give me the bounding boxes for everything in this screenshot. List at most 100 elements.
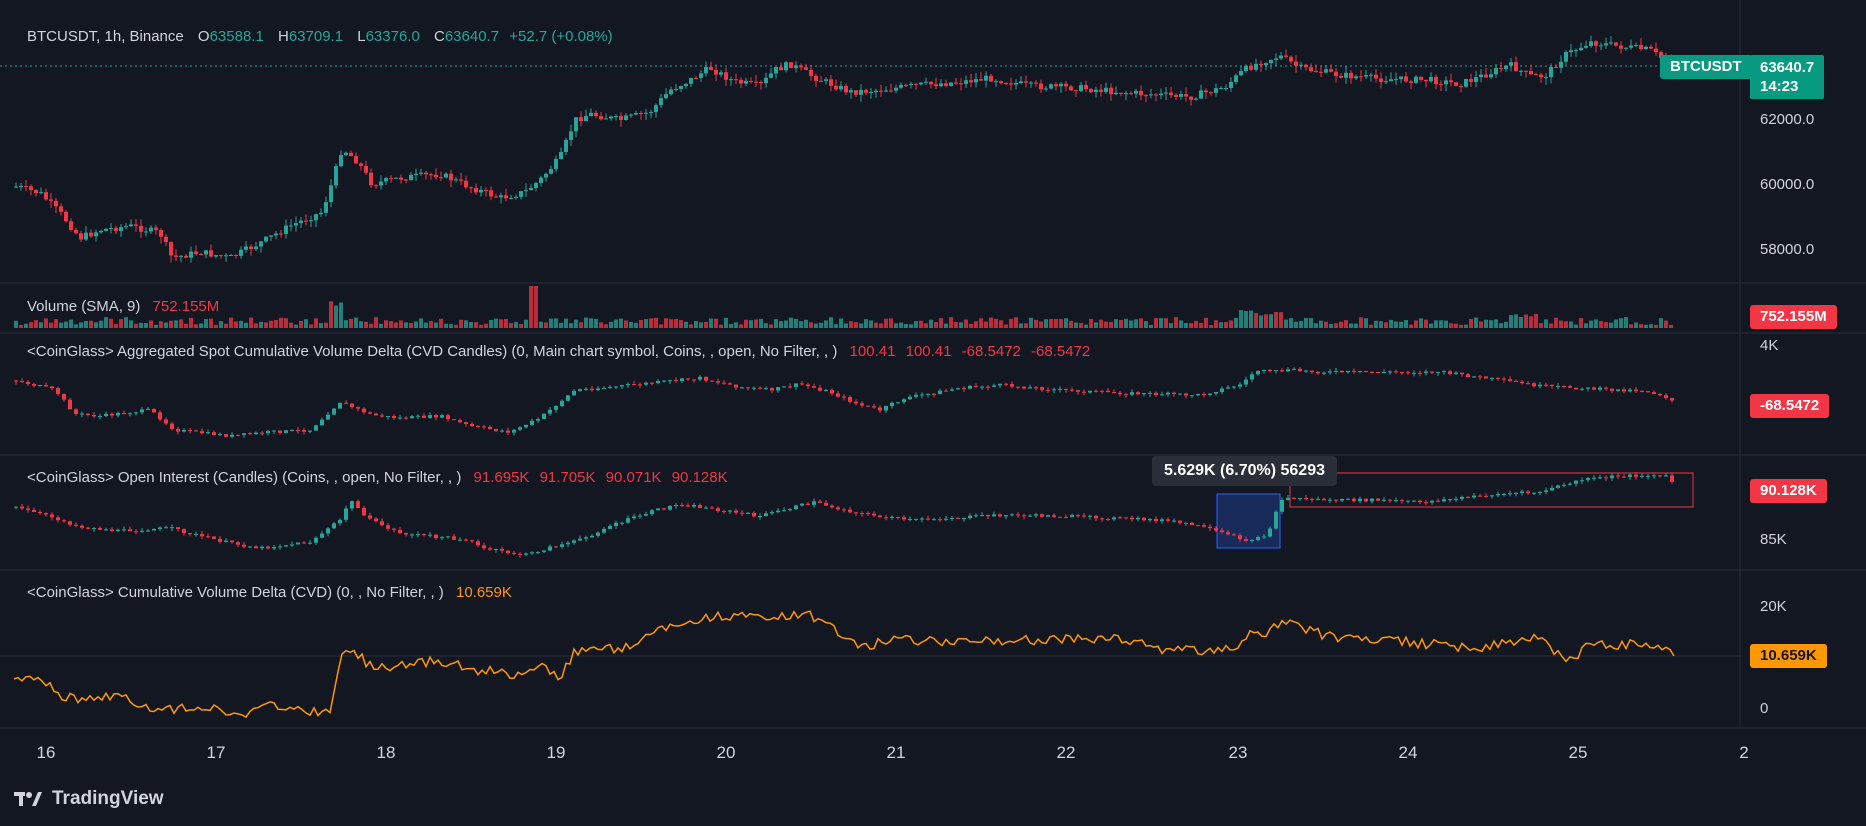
spot-cvd-candle <box>74 409 78 415</box>
volume-bar <box>164 322 168 328</box>
main-candle <box>729 79 733 81</box>
volume-title[interactable]: Volume (SMA, 9) <box>27 298 140 315</box>
oi-candle <box>722 511 726 513</box>
spot-cvd-candle <box>974 385 978 387</box>
oi-candle <box>32 509 36 513</box>
spot-cvd-candle <box>1388 371 1392 373</box>
oi-measure-box[interactable] <box>1216 493 1281 549</box>
spot-cvd-candle <box>428 415 432 418</box>
oi-range-box[interactable] <box>1289 472 1694 508</box>
chart-plots[interactable] <box>0 0 1866 826</box>
spot-cvd-candle <box>446 415 450 420</box>
main-candle <box>624 115 628 120</box>
main-candle <box>1399 76 1403 80</box>
volume-bar <box>934 322 938 328</box>
volume-bar <box>664 318 668 328</box>
volume-bar <box>1114 319 1118 328</box>
main-candle <box>1194 98 1198 100</box>
volume-bar <box>199 323 203 328</box>
oi-candle <box>788 509 792 511</box>
volume-bar <box>349 318 353 328</box>
oi-candle <box>998 514 1002 517</box>
oi-candle <box>1376 498 1380 501</box>
main-candle <box>1084 85 1088 90</box>
main-candle <box>169 242 173 256</box>
oi-candle <box>692 505 696 507</box>
main-candle <box>214 255 218 257</box>
spot-cvd-candle <box>80 413 84 415</box>
oi-candle <box>1412 500 1416 502</box>
oi-candle <box>86 527 90 529</box>
oi-candle <box>914 518 918 520</box>
main-candle <box>814 75 818 81</box>
volume-bar <box>594 318 598 328</box>
volume-bar <box>604 324 608 328</box>
spot-cvd-candle <box>710 380 714 382</box>
oi-candle <box>626 518 630 523</box>
brand-name: TradingView <box>52 788 164 809</box>
spot-cvd-title[interactable]: <CoinGlass> Aggregated Spot Cumulative V… <box>27 343 837 360</box>
oi-title[interactable]: <CoinGlass> Open Interest (Candles) (Coi… <box>27 469 461 486</box>
spot-cvd-candle <box>488 426 492 430</box>
oi-candle <box>1610 475 1614 479</box>
low-label: L <box>357 28 366 45</box>
volume-bar <box>979 318 983 328</box>
main-candle <box>1364 75 1368 77</box>
spot-cvd-candle <box>1544 384 1548 386</box>
main-candle <box>1514 62 1518 72</box>
main-candle <box>804 67 808 70</box>
volume-bar <box>859 323 863 328</box>
spot-cvd-candle <box>134 412 138 414</box>
spot-cvd-candle <box>434 415 438 418</box>
oi-candle <box>278 546 282 548</box>
oi-candle <box>392 528 396 530</box>
main-candle <box>1054 84 1058 87</box>
main-candle <box>534 182 538 188</box>
oi-candle <box>338 519 342 524</box>
oi-candle <box>698 505 702 508</box>
volume-bar <box>629 321 633 328</box>
cvd-title[interactable]: <CoinGlass> Cumulative Volume Delta (CVD… <box>27 584 444 601</box>
spot-cvd-candle <box>14 380 18 382</box>
main-candle <box>1394 79 1398 81</box>
symbol-title[interactable]: BTCUSDT, 1h, Binance <box>27 28 184 45</box>
volume-bar <box>439 318 443 328</box>
spot-cvd-candle <box>374 413 378 416</box>
main-candle <box>1599 45 1603 47</box>
volume-bar <box>1569 321 1573 328</box>
volume-bar <box>634 322 638 328</box>
main-candle <box>74 229 78 234</box>
main-candle <box>709 67 713 70</box>
spot-cvd-candle <box>926 393 930 395</box>
oi-candle <box>1058 516 1062 518</box>
main-candle <box>269 235 273 237</box>
main-candle <box>194 251 198 254</box>
volume-bar <box>189 317 193 328</box>
spot-cvd-candle <box>1562 385 1566 387</box>
main-candle <box>1139 90 1143 96</box>
main-candle <box>1534 74 1538 76</box>
spot-cvd-candle <box>314 425 318 431</box>
main-candle <box>219 255 223 257</box>
volume-bar <box>1264 314 1268 328</box>
tradingview-logo[interactable]: TradingView <box>14 788 164 810</box>
volume-bar <box>159 321 163 328</box>
spot-cvd-candle <box>1178 393 1182 395</box>
oi-candle <box>812 501 816 505</box>
spot-cvd-candle <box>728 383 732 385</box>
volume-bar <box>1339 321 1343 328</box>
oi-candle <box>710 507 714 509</box>
main-candle <box>959 83 963 85</box>
spot-cvd-candle <box>422 415 426 418</box>
main-candle <box>294 223 298 226</box>
oi-candle <box>782 510 786 512</box>
volume-bar <box>1359 317 1363 328</box>
volume-bar <box>389 321 393 328</box>
spot-cvd-candle <box>740 387 744 389</box>
oi-candle <box>74 524 78 526</box>
spot-cvd-candle <box>356 407 360 409</box>
oi-candle <box>1130 517 1134 520</box>
main-candle <box>1279 55 1283 59</box>
oi-candle <box>986 515 990 517</box>
oi-candle <box>1220 530 1224 533</box>
